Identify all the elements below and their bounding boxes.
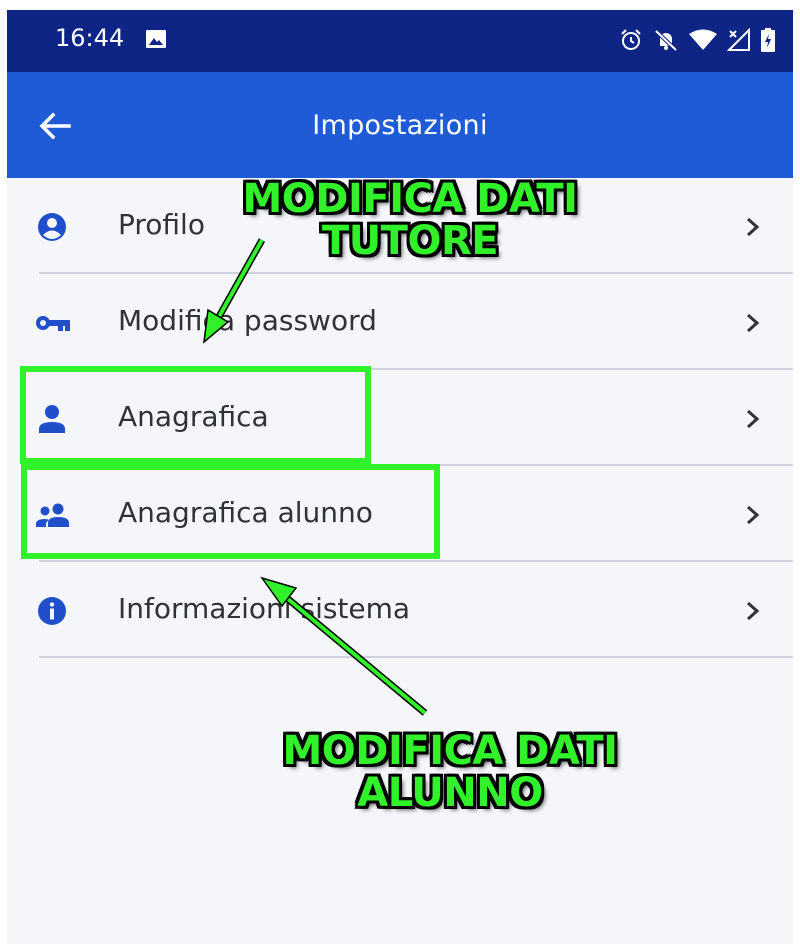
chevron-right-icon: [747, 217, 760, 237]
chevron-right-icon: [747, 601, 760, 621]
page-title: Impostazioni: [312, 110, 488, 141]
status-time: 16:44: [55, 24, 125, 52]
image-icon: [146, 30, 166, 48]
highlight-anagrafica: [20, 366, 371, 464]
menu-item-label: Profilo: [118, 208, 205, 241]
no-signal-icon: [727, 28, 750, 51]
annotation-line: MODIFICA DATI: [242, 176, 578, 222]
annotation-modifica-dati-tutore: MODIFICA DATI TUTORE: [200, 178, 620, 262]
menu-item-informazioni-sistema[interactable]: Informazioni sistema: [7, 562, 793, 658]
menu-item-label: Modifica password: [118, 304, 377, 337]
battery-icon: [761, 28, 775, 52]
wifi-icon: [689, 29, 717, 50]
key-icon: [36, 316, 70, 331]
dnd-icon: [654, 29, 678, 52]
status-icons: [619, 27, 775, 53]
status-bar: 16:44: [7, 10, 793, 72]
annotation-line: TUTORE: [321, 218, 499, 264]
account-circle-icon: [38, 213, 66, 241]
annotation-line: MODIFICA DATI: [282, 728, 618, 774]
annotation-modifica-dati-alunno: MODIFICA DATI ALUNNO: [230, 730, 670, 814]
info-icon: [38, 597, 66, 625]
highlight-anagrafica-alunno: [21, 464, 440, 559]
alarm-icon: [621, 29, 641, 50]
app-bar: Impostazioni: [7, 72, 793, 178]
menu-item-modifica-password[interactable]: Modifica password: [7, 274, 793, 370]
chevron-right-icon: [747, 505, 760, 525]
chevron-right-icon: [747, 313, 760, 333]
menu-item-label: Informazioni sistema: [118, 592, 411, 625]
annotation-line: ALUNNO: [357, 770, 543, 816]
chevron-right-icon: [747, 409, 760, 429]
